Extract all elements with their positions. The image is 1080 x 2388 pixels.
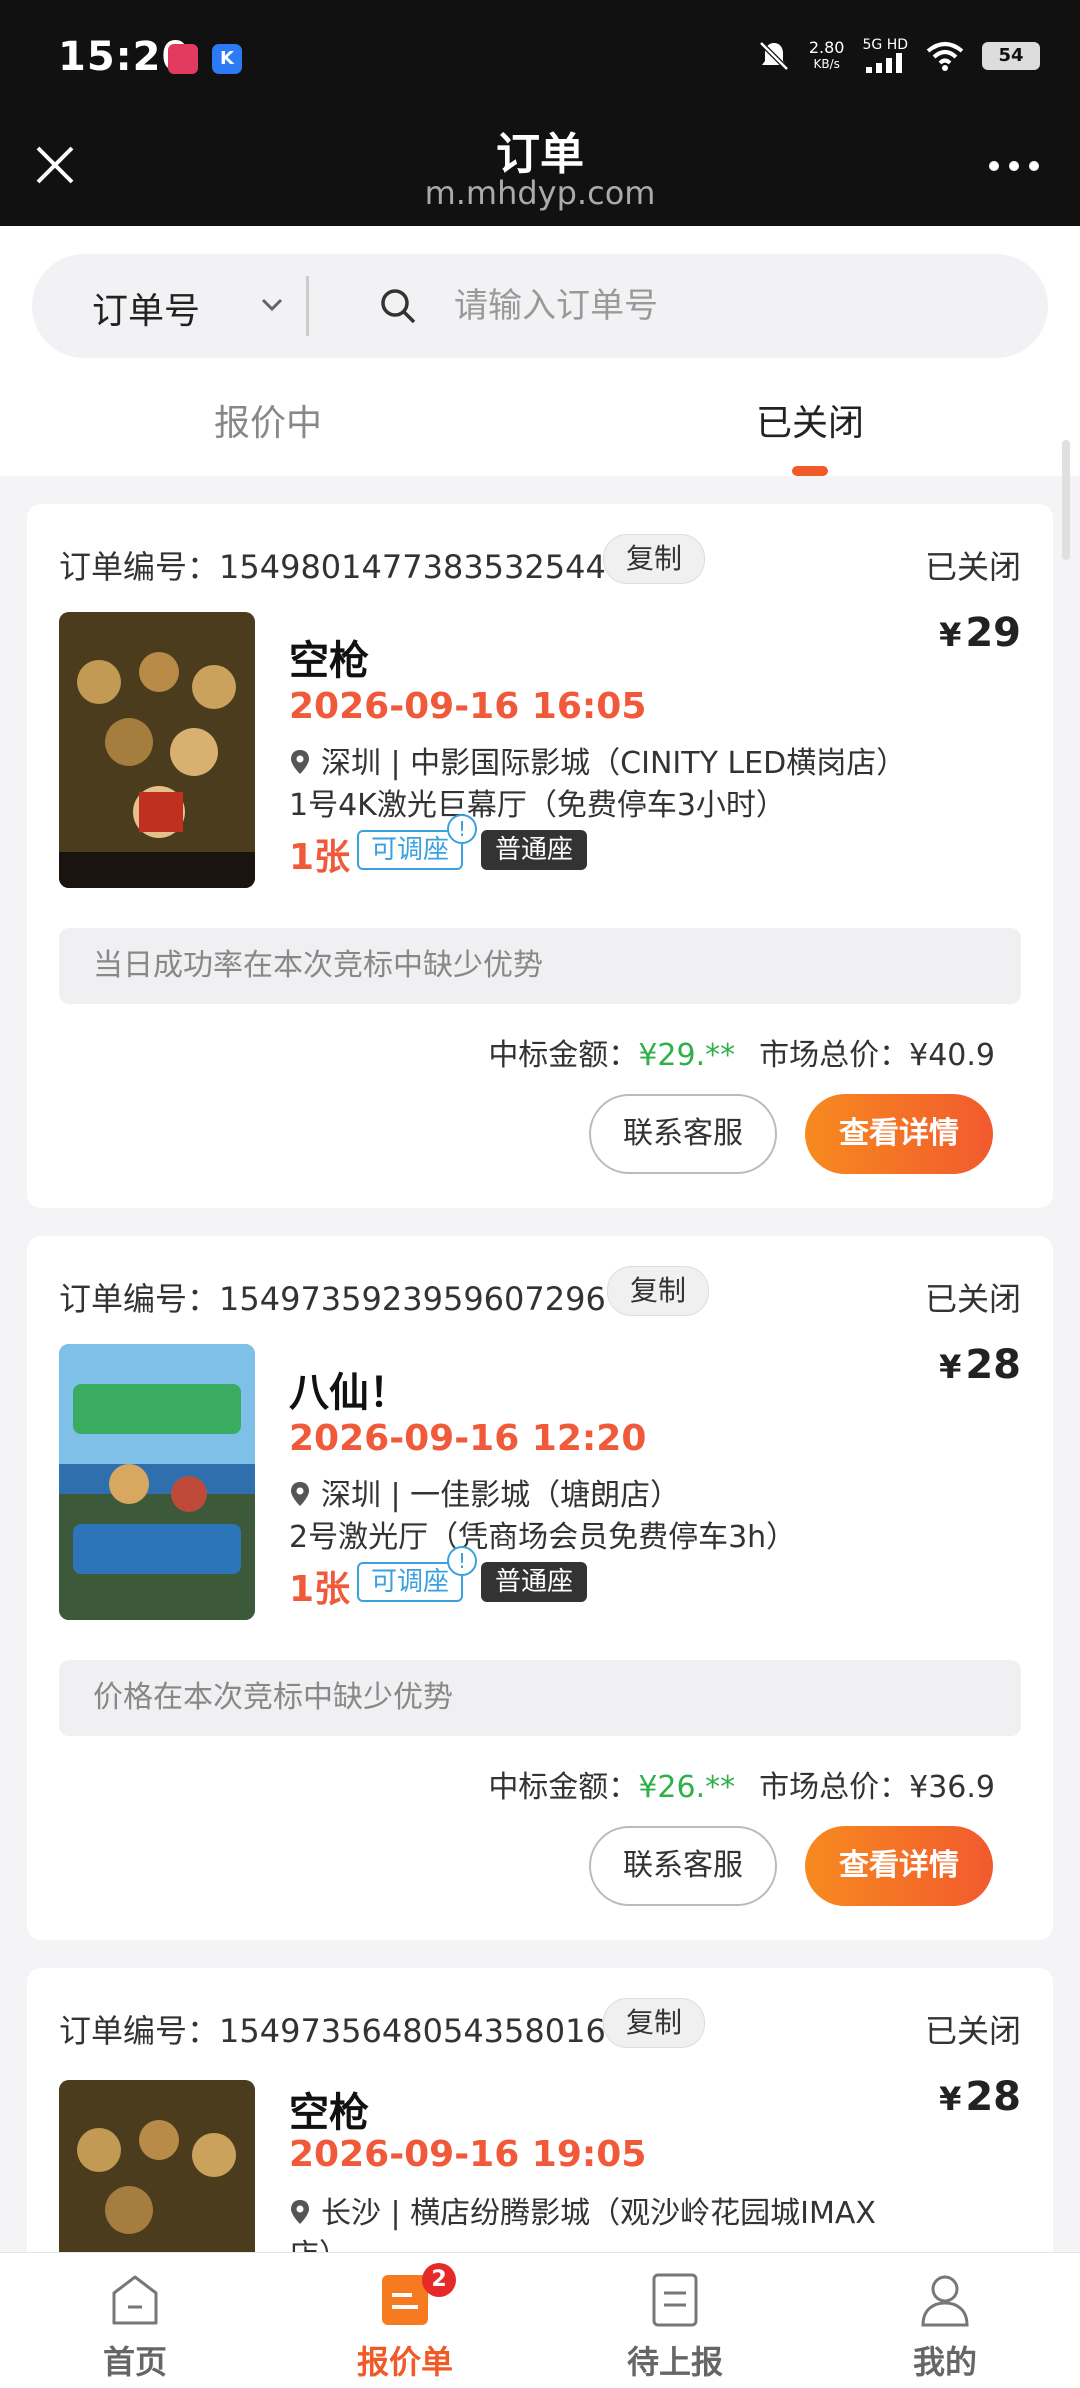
- home-icon: [112, 2275, 158, 2325]
- cinema-location: 深圳 | 一佳影城（塘朗店）: [289, 1470, 680, 1514]
- order-number: 订单编号：1549735648054358016: [59, 2012, 606, 2050]
- search-section: 订单号 报价中 已关闭: [0, 226, 1080, 476]
- seat-type-tag: 普通座: [481, 1562, 588, 1602]
- location-pin-icon: [291, 2200, 309, 2224]
- nav-quotes[interactable]: 2 报价单: [270, 2253, 540, 2388]
- nav-home-label: 首页: [102, 2343, 167, 2381]
- contact-service-button[interactable]: 联系客服: [589, 1094, 777, 1174]
- movie-poster[interactable]: [59, 1344, 255, 1620]
- status-bar: 15:20 K 2.80 KB/s 5G HD 54: [0, 0, 1080, 118]
- hall-info: 2号激光厅（凭商场会员免费停车3h）: [289, 1520, 797, 1555]
- chevron-down-icon[interactable]: [258, 290, 286, 318]
- win-amount: ¥29.**: [638, 1038, 736, 1073]
- fail-reason: 价格在本次竞标中缺少优势: [59, 1660, 1021, 1736]
- nav-pending-label: 待上报: [626, 2343, 723, 2381]
- title-bar: 订单 m.mhdyp.com: [0, 118, 1080, 226]
- hall-info: 1号4K激光巨幕厅（免费停车3小时）: [289, 788, 786, 823]
- wifi-icon: [926, 42, 964, 71]
- order-status: 已关闭: [924, 2012, 1021, 2050]
- scrollbar[interactable]: [1062, 440, 1070, 560]
- movie-poster[interactable]: [59, 2080, 255, 2268]
- show-time: 2026-09-16 19:05: [289, 2134, 647, 2175]
- order-number: 订单编号：1549801477383532544: [59, 548, 606, 586]
- price-summary: 中标金额：¥29.** 市场总价：¥40.9: [488, 1038, 995, 1073]
- market-price: ¥40.9: [909, 1038, 995, 1073]
- poster-image-baxian: [59, 1344, 255, 1620]
- order-status: 已关闭: [924, 1280, 1021, 1318]
- poster-image-kongqiang: [59, 2080, 255, 2268]
- movie-poster[interactable]: [59, 612, 255, 888]
- search-divider: [306, 276, 309, 336]
- view-detail-button[interactable]: 查看详情: [805, 1094, 993, 1174]
- show-time: 2026-09-16 12:20: [289, 1418, 647, 1459]
- bottom-nav: 首页 2 报价单 待上报 我的: [0, 2252, 1080, 2388]
- k-app-icon: K: [212, 44, 242, 74]
- adjustable-seat-tag: 可调座: [357, 830, 464, 870]
- copy-button[interactable]: 复制: [603, 1998, 706, 2048]
- battery-icon: 54: [982, 42, 1040, 70]
- info-icon[interactable]: !: [447, 814, 477, 844]
- nav-mine[interactable]: 我的: [810, 2253, 1080, 2388]
- status-icons: 2.80 KB/s 5G HD 54: [757, 36, 1040, 76]
- order-card: 订单编号：1549735648054358016 复制 已关闭 空枪 ¥28 2…: [27, 1968, 1053, 2268]
- ticket-quantity: 1张: [289, 837, 351, 878]
- poster-image-kongqiang: [59, 612, 255, 888]
- order-status: 已关闭: [924, 548, 1021, 586]
- win-amount: ¥26.**: [638, 1770, 736, 1805]
- location-pin-icon: [291, 1482, 309, 1506]
- fail-reason: 当日成功率在本次竞标中缺少优势: [59, 928, 1021, 1004]
- ticket-quantity: 1张: [289, 1569, 351, 1610]
- market-price: ¥36.9: [909, 1770, 995, 1805]
- tab-quoting[interactable]: 报价中: [214, 394, 322, 446]
- page-title: 订单: [496, 129, 584, 180]
- order-number: 订单编号：1549735923959607296: [59, 1280, 606, 1318]
- seat-type-tag: 普通座: [481, 830, 588, 870]
- search-bar: 订单号: [32, 254, 1048, 358]
- cinema-location: 深圳 | 中影国际影城（CINITY LED横岗店）: [289, 738, 906, 782]
- nav-pending[interactable]: 待上报: [540, 2253, 810, 2388]
- more-icon[interactable]: [988, 156, 1040, 176]
- net-speed: 2.80 KB/s: [808, 38, 845, 72]
- nav-mine-label: 我的: [912, 2343, 977, 2381]
- search-input[interactable]: [454, 276, 1014, 336]
- movie-title: 八仙！: [289, 1370, 409, 1416]
- network-type: 5G HD: [862, 37, 908, 76]
- tab-closed[interactable]: 已关闭: [756, 394, 864, 446]
- order-card: 订单编号：1549801477383532544 复制 已关闭 空枪 ¥29 2…: [27, 504, 1053, 1208]
- order-card: 订单编号：1549735923959607296 复制 已关闭 八仙！ ¥28 …: [27, 1236, 1053, 1940]
- movie-title: 空枪: [289, 2090, 369, 2136]
- show-time: 2026-09-16 16:05: [289, 686, 647, 727]
- search-icon: [381, 289, 416, 324]
- nav-quotes-label: 报价单: [356, 2343, 453, 2381]
- pending-report-icon: [652, 2273, 698, 2327]
- view-detail-button[interactable]: 查看详情: [805, 1826, 993, 1906]
- location-pin-icon: [291, 750, 309, 774]
- notification-badge: 2: [422, 2263, 456, 2297]
- order-price: ¥28: [939, 2074, 1021, 2120]
- copy-button[interactable]: 复制: [603, 534, 706, 584]
- nav-home[interactable]: 首页: [0, 2253, 270, 2388]
- user-icon: [921, 2275, 969, 2327]
- price-summary: 中标金额：¥26.** 市场总价：¥36.9: [488, 1770, 995, 1805]
- app-notification-icon: [168, 44, 198, 74]
- tab-indicator: [792, 466, 828, 476]
- copy-button[interactable]: 复制: [607, 1266, 710, 1316]
- search-type-select[interactable]: 订单号: [92, 282, 200, 334]
- order-price: ¥29: [939, 610, 1021, 656]
- page-url: m.mhdyp.com: [424, 174, 656, 212]
- order-price: ¥28: [939, 1342, 1021, 1388]
- movie-title: 空枪: [289, 638, 369, 684]
- info-icon[interactable]: !: [447, 1546, 477, 1576]
- signal-icon: [866, 52, 903, 73]
- adjustable-seat-tag: 可调座: [357, 1562, 464, 1602]
- contact-service-button[interactable]: 联系客服: [589, 1826, 777, 1906]
- mute-bell-icon: [759, 41, 789, 71]
- cinema-location: 长沙 | 横店纷腾影城（观沙岭花园城IMAX: [289, 2188, 876, 2232]
